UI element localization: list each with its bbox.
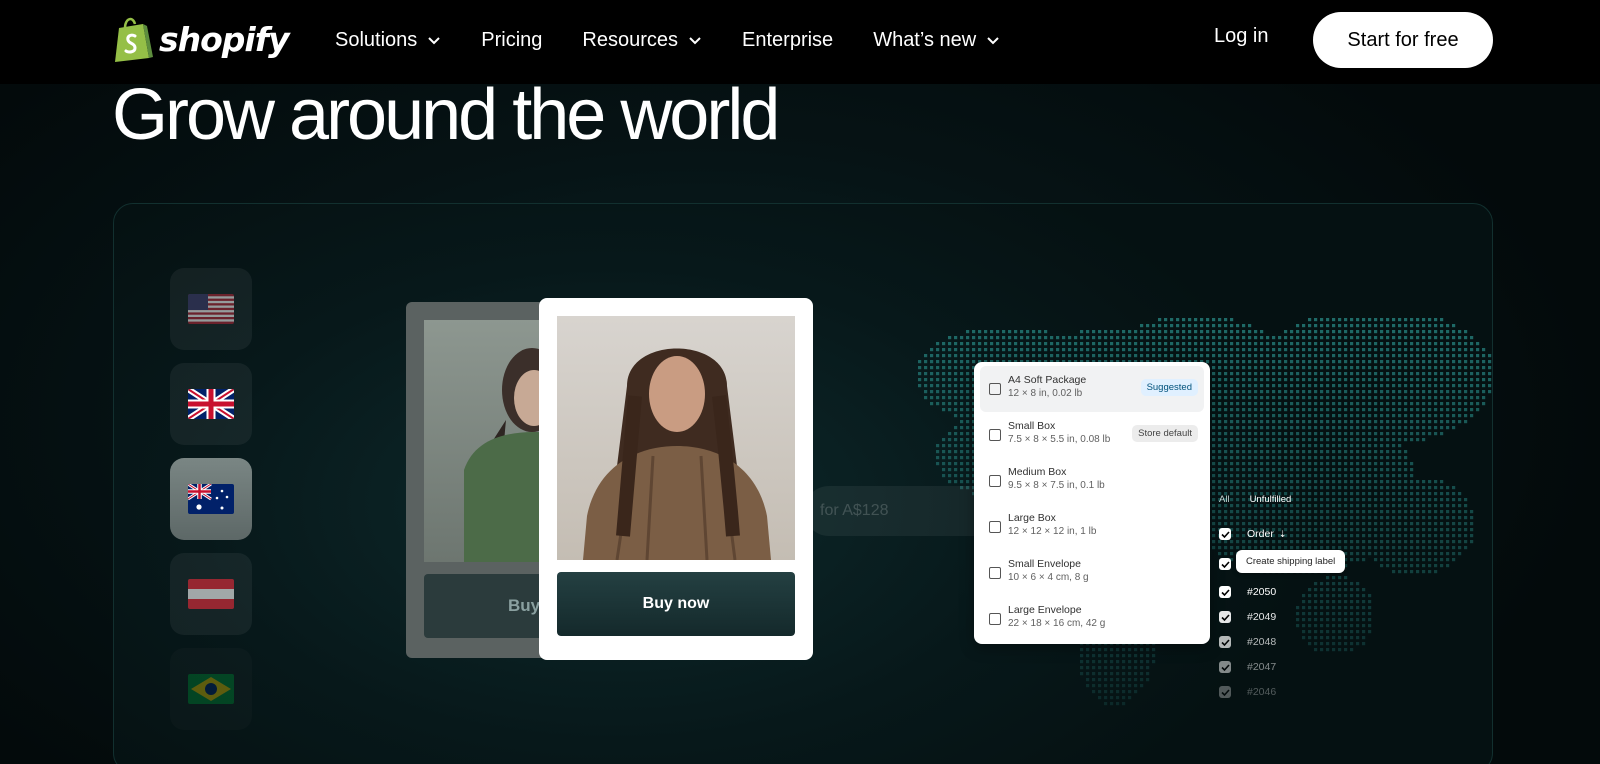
sort-icon: ⇣: [1278, 528, 1287, 539]
australia-flag-icon: [188, 484, 234, 514]
nav-item-resources[interactable]: Resources: [582, 24, 702, 56]
envelope-icon: [989, 567, 1001, 579]
nav-item-label: What’s new: [873, 28, 977, 51]
order-number: #2050: [1247, 586, 1277, 598]
order-number: #2047: [1247, 661, 1277, 673]
package-name: Large Box: [1008, 512, 1056, 524]
checkmark-icon: [1220, 638, 1230, 646]
nav-item-label: Solutions: [335, 28, 418, 51]
order-header-row: Order ⇣: [1219, 528, 1286, 540]
model-illustration: [583, 348, 771, 560]
package-name: Medium Box: [1008, 466, 1067, 478]
start-for-free-button[interactable]: Start for free: [1313, 12, 1493, 68]
flag-tile-brazil[interactable]: [170, 648, 252, 730]
product-photo-brown-sweater: [557, 316, 795, 560]
order-number: #2046: [1247, 686, 1277, 698]
nav-item-label: Enterprise: [742, 28, 834, 51]
brand-wordmark: shopify: [159, 19, 290, 59]
nav-item-enterprise[interactable]: Enterprise: [742, 24, 833, 56]
flag-tile-united-states[interactable]: [170, 268, 252, 350]
flag-tile-austria[interactable]: [170, 553, 252, 635]
chevron-down-icon: [428, 37, 440, 45]
package-option[interactable]: Large Box 12 × 12 × 12 in, 1 lb: [980, 504, 1204, 550]
row-checkbox[interactable]: [1219, 661, 1231, 673]
package-option[interactable]: Medium Box 9.5 × 8 × 7.5 in, 0.1 lb: [980, 458, 1204, 504]
checkmark-icon: [1220, 688, 1230, 696]
suggested-badge: Suggested: [1140, 379, 1198, 396]
table-row[interactable]: #2049: [1219, 611, 1276, 623]
nav-item-pricing[interactable]: Pricing: [481, 24, 542, 56]
nav-item-label: Resources: [582, 28, 679, 51]
package-dropdown: A4 Soft Package 12 × 8 in, 0.02 lb Sugge…: [974, 362, 1210, 644]
brazil-flag-icon: [188, 674, 234, 704]
table-row[interactable]: #2050: [1219, 586, 1276, 598]
nav-item-solutions[interactable]: Solutions: [335, 24, 441, 56]
order-filter-tabs: All Unfulfilled: [1219, 494, 1291, 505]
package-dimensions: 10 × 6 × 4 cm, 8 g: [1008, 572, 1089, 583]
create-shipping-label-button[interactable]: Create shipping label: [1236, 550, 1346, 573]
checkmark-icon: [1220, 613, 1230, 621]
product-card-front: Buy now: [539, 298, 813, 660]
primary-nav: Solutions Pricing Resources Enterprise W…: [335, 24, 1040, 56]
select-all-checkbox[interactable]: [1219, 528, 1231, 540]
envelope-icon: [989, 613, 1001, 625]
nav-item-whats-new[interactable]: What’s new: [873, 24, 1000, 56]
package-option[interactable]: A4 Soft Package 12 × 8 in, 0.02 lb Sugge…: [980, 366, 1204, 412]
shopping-bag-icon: [115, 17, 153, 62]
checkmark-icon: [1220, 663, 1230, 671]
package-dimensions: 9.5 × 8 × 7.5 in, 0.1 lb: [1008, 480, 1105, 491]
order-column-label[interactable]: Order: [1247, 528, 1274, 540]
hero-headline: Grow around the world: [112, 75, 780, 155]
package-name: Small Envelope: [1008, 558, 1081, 570]
package-icon: [989, 383, 1001, 395]
top-nav: shopify Solutions Pricing Resources Ente…: [0, 0, 1600, 84]
package-option[interactable]: Large Envelope 22 × 18 × 16 cm, 42 g: [980, 596, 1204, 642]
table-row[interactable]: #2048: [1219, 636, 1276, 648]
row-checkbox[interactable]: [1219, 611, 1231, 623]
flag-tile-australia[interactable]: [170, 458, 252, 540]
box-icon: [989, 475, 1001, 487]
store-default-badge: Store default: [1132, 425, 1198, 442]
row-checkbox[interactable]: [1219, 636, 1231, 648]
buy-now-button[interactable]: Buy now: [557, 572, 795, 636]
order-number: #2048: [1247, 636, 1277, 648]
flag-tile-united-kingdom[interactable]: [170, 363, 252, 445]
table-row[interactable]: #2046: [1219, 686, 1276, 698]
uk-flag-icon: [188, 389, 234, 419]
table-row[interactable]: #2047: [1219, 661, 1276, 673]
box-icon: [989, 429, 1001, 441]
checkmark-icon: [1220, 530, 1230, 538]
feature-panel: Buy for A$128 Buy now A4 Soft Package 12…: [113, 203, 1493, 764]
us-flag-icon: [188, 294, 234, 324]
chevron-down-icon: [689, 37, 701, 45]
order-number: #2049: [1247, 611, 1277, 623]
checkmark-icon: [1220, 588, 1230, 596]
austria-flag-icon: [188, 579, 234, 609]
tab-all[interactable]: All: [1219, 494, 1230, 505]
checkmark-icon: [1220, 560, 1230, 568]
login-link[interactable]: Log in: [1214, 25, 1269, 48]
row-checkbox[interactable]: [1219, 686, 1231, 698]
shopify-logo[interactable]: shopify: [113, 16, 290, 62]
tab-unfulfilled[interactable]: Unfulfilled: [1250, 494, 1292, 505]
package-name: Large Envelope: [1008, 604, 1082, 616]
row-checkbox[interactable]: [1219, 558, 1231, 570]
row-checkbox[interactable]: [1219, 586, 1231, 598]
package-option[interactable]: Small Envelope 10 × 6 × 4 cm, 8 g: [980, 550, 1204, 596]
package-option[interactable]: Small Box 7.5 × 8 × 5.5 in, 0.08 lb Stor…: [980, 412, 1204, 458]
package-dimensions: 12 × 12 × 12 in, 1 lb: [1008, 526, 1097, 537]
chevron-down-icon: [987, 37, 999, 45]
box-icon: [989, 521, 1001, 533]
nav-item-label: Pricing: [481, 28, 543, 51]
package-dimensions: 22 × 18 × 16 cm, 42 g: [1008, 618, 1106, 629]
